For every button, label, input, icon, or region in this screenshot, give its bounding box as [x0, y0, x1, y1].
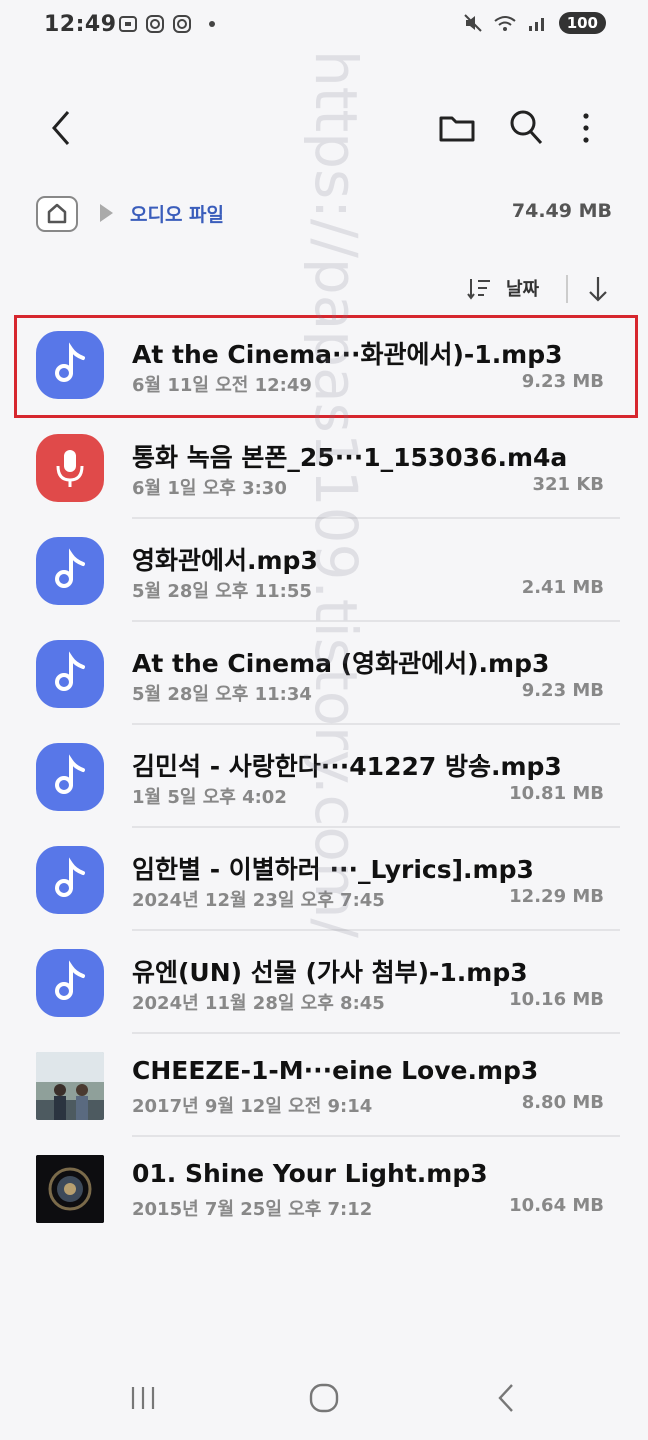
breadcrumb: 오디오 파일 74.49 MB: [36, 194, 616, 234]
file-row[interactable]: 영화관에서.mp3 5월 28일 오후 11:55 2.41 MB: [0, 519, 648, 622]
sort-bar: 날짜: [460, 270, 620, 306]
file-name: At the Cinema (영화관에서).mp3: [132, 649, 550, 678]
status-notification-icons: [118, 14, 215, 34]
status-time: 12:49: [44, 12, 117, 37]
recent-apps-button[interactable]: [128, 1384, 158, 1412]
home-icon: [47, 203, 67, 224]
music-note-icon: [36, 846, 104, 914]
file-date: 2024년 11월 28일 오후 8:45: [132, 993, 385, 1014]
file-date: 6월 11일 오전 12:49: [132, 375, 312, 396]
file-size: 12.29 MB: [509, 886, 604, 907]
file-size: 8.80 MB: [521, 1092, 604, 1113]
back-button[interactable]: [44, 108, 80, 148]
music-note-icon: [36, 537, 104, 605]
file-size: 9.23 MB: [521, 371, 604, 392]
file-name: 유엔(UN) 선물 (가사 첨부)-1.mp3: [132, 958, 528, 987]
sort-divider: [566, 275, 568, 303]
file-name: 임한별 - 이별하러 ···_Lyrics].mp3: [132, 855, 534, 884]
file-size: 2.41 MB: [521, 577, 604, 598]
file-size: 321 KB: [532, 474, 604, 495]
signal-icon: [528, 18, 544, 31]
file-row[interactable]: 임한별 - 이별하러 ···_Lyrics].mp3 2024년 12월 23일…: [0, 828, 648, 931]
home-folder-button[interactable]: [36, 196, 78, 232]
sort-criteria-label[interactable]: 날짜: [506, 275, 539, 301]
album-photo-thumbnail: [36, 1052, 104, 1120]
search-icon[interactable]: [508, 108, 544, 146]
file-list: At the Cinema···화관에서)-1.mp3 6월 11일 오전 12…: [0, 313, 648, 1240]
nav-back-button[interactable]: [494, 1382, 518, 1414]
file-date: 2015년 7월 25일 오후 7:12: [132, 1199, 373, 1220]
file-name: CHEEZE-1-M···eine Love.mp3: [132, 1056, 539, 1085]
file-size: 10.81 MB: [509, 783, 604, 804]
status-system-icons: 100: [463, 12, 606, 34]
file-row[interactable]: 통화 녹음 본폰_25···1_153036.m4a 6월 1일 오후 3:30…: [0, 416, 648, 519]
more-notifications-dot-icon: [209, 21, 215, 27]
sort-direction-arrow-icon[interactable]: [586, 274, 610, 304]
instagram-icon: [146, 15, 164, 33]
album-cover-thumbnail: [36, 1155, 104, 1223]
file-row[interactable]: At the Cinema···화관에서)-1.mp3 6월 11일 오전 12…: [0, 313, 648, 418]
status-bar: 12:49 100: [0, 0, 648, 56]
file-row[interactable]: 김민석 - 사랑한다···41227 방송.mp3 1월 5일 오후 4:02 …: [0, 725, 648, 828]
music-note-icon: [36, 331, 104, 399]
file-row[interactable]: 01. Shine Your Light.mp3 2015년 7월 25일 오후…: [0, 1137, 648, 1240]
file-name: 01. Shine Your Light.mp3: [132, 1159, 488, 1188]
music-note-icon: [36, 640, 104, 708]
file-size: 10.16 MB: [509, 989, 604, 1010]
instagram-icon: [173, 15, 191, 33]
file-name: 김민석 - 사랑한다···41227 방송.mp3: [132, 752, 562, 781]
file-date: 1월 5일 오후 4:02: [132, 787, 287, 808]
microphone-icon: [36, 434, 104, 502]
file-date: 5월 28일 오후 11:34: [132, 684, 312, 705]
breadcrumb-arrow-icon: [100, 204, 113, 222]
music-note-icon: [36, 743, 104, 811]
sort-icon[interactable]: [466, 276, 492, 302]
file-date: 6월 1일 오후 3:30: [132, 478, 287, 499]
music-note-icon: [36, 949, 104, 1017]
file-row[interactable]: CHEEZE-1-M···eine Love.mp3 2017년 9월 12일 …: [0, 1034, 648, 1137]
battery-indicator: 100: [558, 12, 606, 34]
folder-total-size: 74.49 MB: [511, 200, 612, 222]
home-button[interactable]: [308, 1382, 340, 1414]
screenshot-icon: [119, 16, 137, 32]
file-name: 통화 녹음 본폰_25···1_153036.m4a: [132, 443, 568, 472]
mute-icon: [463, 14, 482, 32]
file-name: At the Cinema···화관에서)-1.mp3: [132, 340, 563, 369]
file-name: 영화관에서.mp3: [132, 546, 318, 575]
file-row[interactable]: At the Cinema (영화관에서).mp3 5월 28일 오후 11:3…: [0, 622, 648, 725]
file-row[interactable]: 유엔(UN) 선물 (가사 첨부)-1.mp3 2024년 11월 28일 오후…: [0, 931, 648, 1034]
wifi-icon: [494, 16, 516, 31]
folder-icon[interactable]: [438, 110, 476, 146]
file-date: 2024년 12월 23일 오후 7:45: [132, 890, 385, 911]
file-date: 2017년 9월 12일 오전 9:14: [132, 1096, 373, 1117]
file-date: 5월 28일 오후 11:55: [132, 581, 312, 602]
file-size: 9.23 MB: [521, 680, 604, 701]
breadcrumb-current-folder[interactable]: 오디오 파일: [130, 200, 224, 227]
more-options-icon[interactable]: [574, 108, 598, 148]
file-size: 10.64 MB: [509, 1195, 604, 1216]
